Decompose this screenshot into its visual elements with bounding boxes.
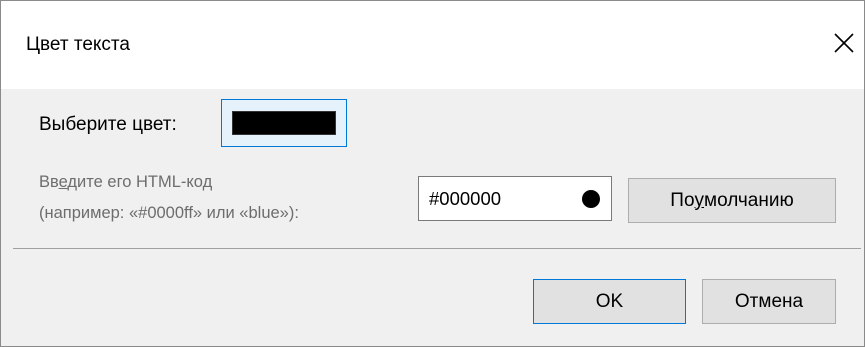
- html-code-input[interactable]: #000000: [418, 176, 612, 221]
- choose-color-label: Выберите цвет:: [39, 114, 177, 135]
- color-preview-dot: [582, 190, 600, 208]
- html-code-hint-line1: Введите его HTML-код: [39, 173, 213, 191]
- default-button[interactable]: По у молчанию: [628, 178, 836, 223]
- divider: [13, 248, 861, 249]
- close-icon[interactable]: [829, 28, 859, 58]
- dialog-title: Цвет текста: [26, 34, 130, 55]
- cancel-button[interactable]: Отмена: [702, 279, 836, 324]
- html-code-value: #000000: [429, 188, 502, 209]
- html-code-hint-line2: (например: «#0000ff» или «blue»):: [39, 204, 299, 222]
- color-swatch: [232, 111, 336, 135]
- color-swatch-button[interactable]: [221, 99, 347, 147]
- ok-button[interactable]: OK: [533, 279, 686, 324]
- text-color-dialog: Цвет текста Выберите цвет: Введите его H…: [0, 0, 865, 347]
- title-bar: Цвет текста: [1, 1, 864, 89]
